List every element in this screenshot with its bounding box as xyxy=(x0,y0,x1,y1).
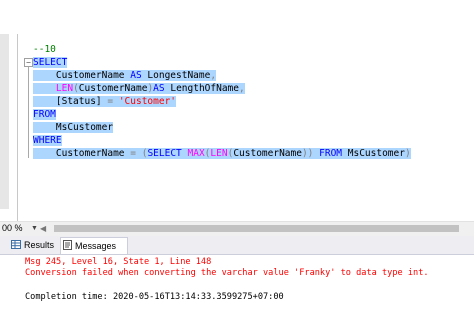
change-tracking-bar xyxy=(20,34,23,221)
code-token: LEN xyxy=(55,83,74,94)
code-line-text: FROM xyxy=(33,109,56,120)
code-line-text: MsCustomer xyxy=(33,122,114,133)
code-token: )) xyxy=(301,148,314,159)
code-line[interactable]: MsCustomer xyxy=(33,121,114,134)
query-editor[interactable]: − --10 SELECT CustomerName AS LongestName… xyxy=(0,0,474,221)
scroll-left-icon[interactable]: ◀ xyxy=(40,223,46,235)
error-message-header: Msg 245, Level 16, State 1, Line 148 xyxy=(25,257,212,267)
tab-results[interactable]: Results xyxy=(9,237,62,253)
code-token: CustomerName xyxy=(78,83,148,94)
code-token: SELECT xyxy=(147,148,182,159)
code-line-text: CustomerName AS LongestName, xyxy=(33,70,217,81)
code-line[interactable]: SELECT xyxy=(33,56,68,69)
code-line[interactable]: [Status] = 'Customer' xyxy=(33,95,177,108)
code-token: CustomerName xyxy=(33,148,131,159)
code-token: , xyxy=(210,70,217,81)
code-token: SELECT xyxy=(33,57,68,68)
code-token: FROM xyxy=(319,148,343,159)
code-token: WHERE xyxy=(33,135,62,146)
code-line-text: --10 xyxy=(33,44,56,55)
code-token: CustomerName xyxy=(33,70,131,81)
code-token: MAX xyxy=(187,148,205,159)
code-token: FROM xyxy=(33,109,56,120)
editor-left-gutter xyxy=(0,34,9,209)
error-message-text: Conversion failed when converting the va… xyxy=(25,268,429,278)
scrollbar-thumb[interactable] xyxy=(54,225,459,232)
code-token: --10 xyxy=(33,44,56,55)
line-number-margin xyxy=(17,34,18,221)
code-token: LongestName xyxy=(141,70,211,81)
grid-icon xyxy=(11,238,21,254)
code-line[interactable]: WHERE xyxy=(33,134,62,147)
messages-pane[interactable]: Msg 245, Level 16, State 1, Line 148 Con… xyxy=(0,255,474,315)
message-icon xyxy=(63,239,72,255)
code-token: LEN xyxy=(210,148,228,159)
tab-messages-label: Messages xyxy=(75,241,117,251)
code-token: LengthOfName xyxy=(164,83,239,94)
completion-time: Completion time: 2020-05-16T13:14:33.359… xyxy=(25,292,284,302)
code-line[interactable]: CustomerName = (SELECT MAX(LEN(CustomerN… xyxy=(33,147,411,160)
code-line[interactable]: CustomerName AS LongestName, xyxy=(33,69,217,82)
code-line-text: SELECT xyxy=(33,57,68,68)
code-token: MsCustomer xyxy=(342,148,405,159)
horizontal-scrollbar[interactable]: 00 % ▼ ◀ xyxy=(0,221,474,236)
code-token: [Status] xyxy=(33,96,108,107)
code-line[interactable]: --10 xyxy=(33,43,56,56)
code-line-text: WHERE xyxy=(33,135,62,146)
code-token: AS xyxy=(153,83,165,94)
code-line[interactable]: FROM xyxy=(33,108,56,121)
code-line-text: LEN(CustomerName)AS LengthOfName, xyxy=(33,83,245,94)
chevron-down-icon[interactable]: ▼ xyxy=(31,222,38,235)
code-line[interactable]: LEN(CustomerName)AS LengthOfName, xyxy=(33,82,245,95)
code-line-text: [Status] = 'Customer' xyxy=(33,96,177,107)
code-token: , xyxy=(238,83,245,94)
code-token: MsCustomer xyxy=(33,122,114,133)
code-token: CustomerName xyxy=(233,148,302,159)
code-token: AS xyxy=(130,70,142,81)
tab-messages[interactable]: Messages xyxy=(60,237,128,254)
code-token: 'Customer' xyxy=(118,96,177,107)
collapse-icon[interactable]: − xyxy=(24,58,33,67)
results-tab-bar: Results Messages xyxy=(0,236,474,255)
code-line-text: CustomerName = (SELECT MAX(LEN(CustomerN… xyxy=(33,148,411,159)
code-token: ) xyxy=(404,148,411,159)
tab-results-label: Results xyxy=(24,240,55,250)
outlining-line xyxy=(28,62,29,158)
